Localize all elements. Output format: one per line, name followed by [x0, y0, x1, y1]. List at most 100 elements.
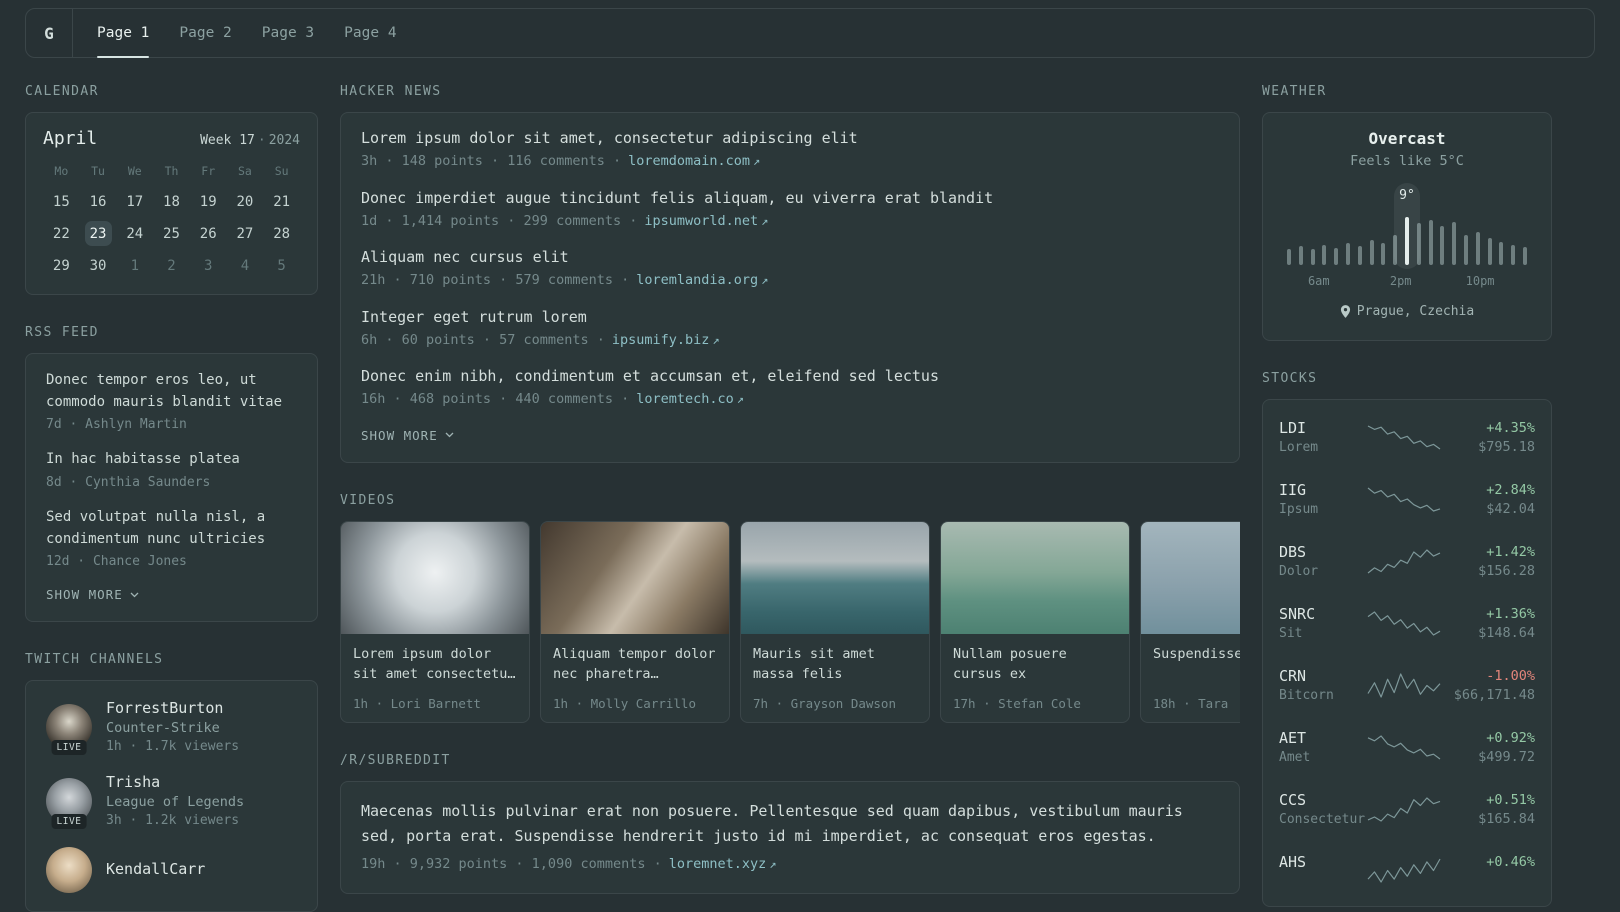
- hn-story-meta: 3h · 148 points · 116 comments · loremdom…: [361, 152, 1219, 172]
- stock-row[interactable]: AHS +0.46%: [1279, 840, 1535, 900]
- page-tab[interactable]: Page 1: [97, 9, 150, 58]
- videos-row: Lorem ipsum dolor sit amet consectetu… 1…: [340, 520, 1240, 723]
- stock-change: +2.84%: [1486, 481, 1535, 498]
- stock-row[interactable]: LDI Lorem +4.35% $795.18: [1279, 406, 1535, 468]
- stock-symbol: IIG: [1279, 481, 1307, 499]
- stock-row[interactable]: CCS Consectetur +0.51% $165.84: [1279, 778, 1535, 840]
- video-card[interactable]: Nullam posuere cursus ex 17h · Stefan Co…: [940, 520, 1130, 723]
- subreddit-post-title[interactable]: Maecenas mollis pulvinar erat non posuer…: [361, 799, 1219, 849]
- stock-price: $66,171.48: [1453, 686, 1535, 703]
- hn-story-title[interactable]: Integer eget rutrum lorem: [361, 308, 1219, 326]
- video-meta: 18h · Tara: [1153, 695, 1229, 711]
- hackernews-card: Lorem ipsum dolor sit amet, consectetur …: [340, 112, 1240, 463]
- stock-symbol: LDI: [1279, 419, 1307, 437]
- hn-story: Lorem ipsum dolor sit amet, consectetur …: [361, 129, 1219, 172]
- stock-sparkline: [1367, 855, 1441, 885]
- twitch-channel-row[interactable]: LIVE ForrestBurton Counter-Strike 1h · 1…: [46, 699, 297, 755]
- video-title[interactable]: Lorem ipsum dolor sit amet consectetu…: [353, 644, 517, 685]
- calendar-day: 2: [167, 257, 176, 274]
- weather-bar: [1310, 187, 1315, 265]
- rss-item-meta: 7d · Ashlyn Martin: [46, 417, 187, 433]
- video-card[interactable]: Lorem ipsum dolor sit amet consectetu… 1…: [340, 520, 530, 723]
- video-title[interactable]: Suspendisse diam: [1153, 644, 1240, 664]
- calendar-day: 19: [199, 193, 217, 210]
- hn-story-domain: loremdomain.com: [628, 153, 751, 169]
- stock-row[interactable]: CRN Bitcorn -1.00% $66,171.48: [1279, 654, 1535, 716]
- page-tab[interactable]: Page 3: [262, 9, 314, 57]
- rss-card: Donec tempor eros leo, ut commodo mauris…: [25, 353, 318, 623]
- weather-time-label: 10pm: [1465, 274, 1495, 288]
- twitch-channel-row[interactable]: KendallCarr: [46, 847, 297, 894]
- stock-name: Bitcorn: [1279, 688, 1334, 703]
- stock-row[interactable]: IIG Ipsum +2.84% $42.04: [1279, 468, 1535, 530]
- hn-story-title[interactable]: Donec enim nibh, condimentum et accumsan…: [361, 367, 1219, 385]
- app-logo[interactable]: G: [26, 9, 73, 57]
- weather-bar: 9°: [1393, 183, 1420, 269]
- hn-story-title[interactable]: Donec imperdiet augue tincidunt felis al…: [361, 189, 1219, 207]
- video-title[interactable]: Mauris sit amet massa felis: [753, 644, 917, 685]
- external-link-icon: ↗: [761, 273, 769, 288]
- show-more-label: SHOW MORE: [46, 587, 123, 603]
- twitch-channel-name[interactable]: Trisha: [106, 773, 244, 791]
- stock-values: +0.46%: [1441, 854, 1535, 886]
- stock-price: $42.04: [1486, 500, 1535, 517]
- subreddit-widget: /R/SUBREDDIT Maecenas mollis pulvinar er…: [340, 753, 1240, 894]
- stock-values: +4.35% $795.18: [1441, 420, 1535, 455]
- rss-item-title[interactable]: Sed volutpat nulla nisl, a condimentum n…: [46, 507, 297, 550]
- hn-story-domain: ipsumworld.net: [644, 212, 759, 229]
- subreddit-post-link[interactable]: loremnet.xyz ↗: [669, 856, 777, 872]
- twitch-channel-name[interactable]: KendallCarr: [106, 860, 205, 878]
- stock-row[interactable]: AET Amet +0.92% $499.72: [1279, 716, 1535, 778]
- calendar-week-label: Week 17 · 2024: [200, 133, 300, 148]
- stock-price: $165.84: [1478, 810, 1535, 827]
- stock-sparkline: [1367, 422, 1441, 452]
- hn-story-title[interactable]: Lorem ipsum dolor sit amet, consectetur …: [361, 129, 1219, 147]
- video-title[interactable]: Nullam posuere cursus ex: [953, 644, 1117, 685]
- weather-card: Overcast Feels like 5°C 9° 6am 2pm 10pm Pr…: [1262, 112, 1552, 341]
- stock-symbol: SNRC: [1279, 605, 1316, 623]
- stock-row[interactable]: SNRC Sit +1.36% $148.64: [1279, 592, 1535, 654]
- hackernews-show-more-button[interactable]: SHOW MORE: [361, 428, 454, 443]
- hn-story-meta: 16h · 468 points · 440 comments · loremte…: [361, 390, 1219, 410]
- video-body: Lorem ipsum dolor sit amet consectetu… 1…: [341, 634, 529, 722]
- stock-row[interactable]: DBS Dolor +1.42% $156.28: [1279, 530, 1535, 592]
- twitch-channel-info: ForrestBurton Counter-Strike 1h · 1.7k v…: [106, 699, 239, 754]
- hn-story-link[interactable]: ipsumify.biz ↗: [612, 332, 720, 348]
- hn-story-link[interactable]: loremlandia.org ↗: [636, 272, 768, 288]
- stock-symbol: AHS: [1279, 853, 1307, 871]
- page-tab[interactable]: Page 4: [344, 9, 396, 57]
- video-title[interactable]: Aliquam tempor dolor nec pharetra…: [553, 644, 717, 685]
- hn-story-link[interactable]: loremdomain.com ↗: [628, 153, 760, 169]
- stock-symbol: CCS: [1279, 791, 1307, 809]
- stock-price: $148.64: [1478, 624, 1535, 641]
- stock-name: Consectetur: [1279, 812, 1366, 827]
- external-link-icon: ↗: [761, 213, 769, 228]
- subreddit-post-domain: loremnet.xyz: [668, 856, 767, 873]
- video-meta: 1h · Molly Carrillo: [553, 695, 696, 711]
- video-card[interactable]: Aliquam tempor dolor nec pharetra… 1h · …: [540, 520, 730, 723]
- stock-symbol: CRN: [1279, 667, 1307, 685]
- video-meta: 17h · Stefan Cole: [953, 695, 1081, 711]
- hn-story-title[interactable]: Aliquam nec cursus elit: [361, 248, 1219, 266]
- rss-item-title[interactable]: Donec tempor eros leo, ut commodo mauris…: [46, 370, 297, 413]
- rss-show-more-button[interactable]: SHOW MORE: [46, 587, 139, 602]
- calendar-day-header: We: [127, 164, 142, 178]
- weather-bar: [1452, 187, 1457, 265]
- hn-story-link[interactable]: loremtech.co ↗: [636, 391, 744, 407]
- stock-identity: CRN Bitcorn: [1279, 667, 1367, 703]
- twitch-widget: TWITCH CHANNELS LIVE ForrestBurton Count…: [25, 652, 318, 912]
- calendar-year: 2024: [268, 133, 300, 148]
- hn-story: Integer eget rutrum lorem 6h · 60 points…: [361, 308, 1219, 351]
- video-card[interactable]: Mauris sit amet massa felis 7h · Grayson…: [740, 520, 930, 723]
- page-tab[interactable]: Page 2: [179, 9, 231, 57]
- rss-item-title[interactable]: In hac habitasse platea: [46, 449, 297, 471]
- twitch-channel-name[interactable]: ForrestBurton: [106, 699, 239, 717]
- hn-story-link[interactable]: ipsumworld.net ↗: [644, 213, 768, 229]
- weather-location: Prague, Czechia: [1340, 304, 1474, 319]
- twitch-channel-row[interactable]: LIVE Trisha League of Legends 3h · 1.2k …: [46, 773, 297, 829]
- hn-story: Donec enim nibh, condimentum et accumsan…: [361, 367, 1219, 410]
- subreddit-card: Maecenas mollis pulvinar erat non posuer…: [340, 780, 1240, 894]
- weather-bar: [1345, 187, 1350, 265]
- video-card[interactable]: Suspendisse diam 18h · Tara: [1140, 520, 1240, 723]
- calendar-day: 18: [163, 193, 180, 210]
